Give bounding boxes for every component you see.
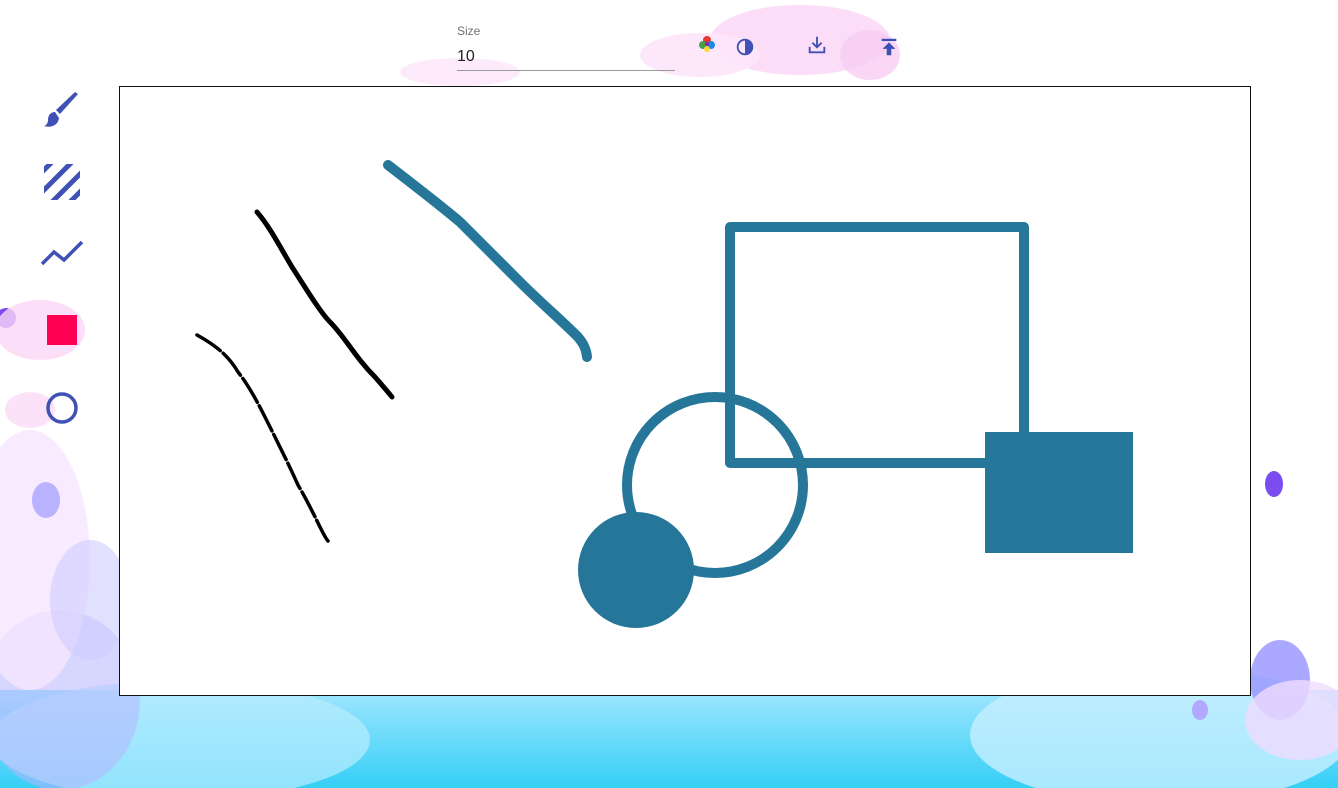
black-pen-stroke <box>254 209 395 400</box>
color-picker-button[interactable] <box>693 30 721 58</box>
drawing-canvas[interactable] <box>119 86 1251 696</box>
brush-tool-button[interactable] <box>30 80 94 140</box>
filled-circle-shape <box>578 512 694 628</box>
size-input[interactable] <box>457 44 675 71</box>
download-button[interactable] <box>803 31 831 59</box>
line-tool-button[interactable] <box>30 224 94 284</box>
color-palette-icon <box>699 36 715 52</box>
contrast-icon <box>736 38 754 56</box>
hatch-pattern-icon <box>44 164 80 200</box>
rectangle-tool-button[interactable] <box>30 300 94 360</box>
circle-tool-button[interactable] <box>30 378 94 438</box>
download-icon <box>808 36 826 54</box>
dashed-pen-stroke <box>195 333 330 543</box>
rectangle-outline-shape <box>725 222 1029 468</box>
filled-square-shape <box>985 432 1133 553</box>
top-toolbar: Size <box>0 0 1338 86</box>
pattern-tool-button[interactable] <box>30 152 94 212</box>
contrast-button[interactable] <box>731 33 759 61</box>
polyline-icon <box>40 240 84 266</box>
teal-pen-stroke <box>383 160 592 362</box>
size-field: Size <box>457 22 675 71</box>
upload-icon <box>881 38 897 56</box>
filled-square-icon <box>47 315 77 345</box>
circle-outline-icon <box>46 392 78 424</box>
brush-icon <box>44 92 78 127</box>
size-label: Size <box>457 24 481 38</box>
upload-button[interactable] <box>875 33 903 61</box>
